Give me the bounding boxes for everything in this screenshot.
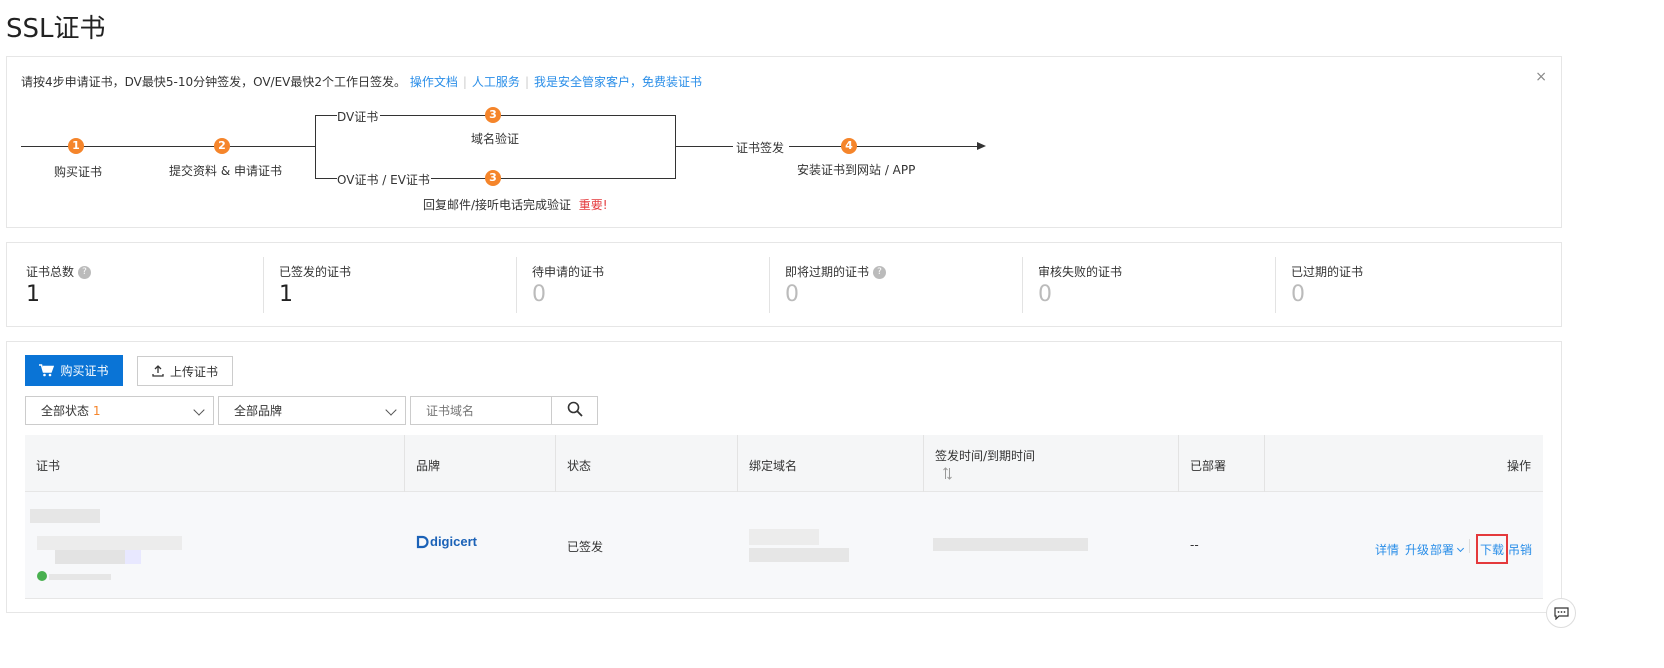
step-3-ov-badge: 3 [485,170,501,186]
step-1-badge: 1 [68,138,84,154]
upload-icon [152,365,164,377]
col-deployed: 已部署 [1190,459,1227,473]
issue-label: 证书签发 [736,141,785,155]
help-icon[interactable]: ? [873,266,887,279]
chevron-down-icon [385,404,397,416]
feedback-button[interactable] [1546,598,1576,628]
details-link[interactable]: 详情 [1375,541,1399,558]
col-time[interactable]: 签发时间/到期时间 [935,447,1035,464]
buy-cert-button[interactable]: 购买证书 [25,355,123,386]
check-icon [37,571,47,581]
guide-notice: 请按4步申请证书，DV最快5-10分钟签发，OV/EV最快2个工作日签发。 操作… [21,75,702,89]
digicert-mark-icon [416,535,429,548]
help-icon[interactable]: ? [78,266,92,279]
stat-failed[interactable]: 审核失败的证书 0 [1038,263,1122,307]
revoke-link[interactable]: 吊销 [1508,541,1532,558]
deploy-dropdown[interactable]: 部署 [1430,541,1465,558]
upload-cert-button[interactable]: 上传证书 [137,356,233,386]
digicert-logo: digicert [416,534,477,549]
stat-pending[interactable]: 待申请的证书 0 [532,263,604,307]
important-tag: 重要! [578,198,608,212]
chevron-down-icon [193,404,205,416]
stat-expired[interactable]: 已过期的证书 0 [1291,263,1363,307]
close-icon[interactable]: × [1535,69,1547,85]
col-brand: 品牌 [416,459,441,473]
stats-panel: 证书总数? 1 已签发的证书 1 待申请的证书 0 即将过期的证书? 0 审核失… [6,242,1562,327]
free-install-link[interactable]: 我是安全管家客户，免费装证书 [534,75,702,89]
search-icon [567,401,583,417]
dv-step-label: 域名验证 [471,132,520,146]
sort-icon[interactable] [943,467,952,480]
step-3-dv-badge: 3 [485,107,501,123]
domain-search-input[interactable] [410,396,552,425]
chevron-down-icon [1456,544,1465,553]
ov-branch-label: OV证书 / EV证书 [337,173,430,187]
cart-icon [39,364,55,377]
col-actions: 操作 [1506,459,1531,473]
stat-total: 证书总数? 1 [26,263,92,307]
brand-filter-select[interactable]: 全部品牌 [218,396,406,425]
search-button[interactable] [551,396,598,425]
step-1-label: 购买证书 [54,165,103,179]
col-status: 状态 [567,459,592,473]
notice-text: 请按4步申请证书，DV最快5-10分钟签发，OV/EV最快2个工作日签发。 [21,75,407,89]
guide-panel: 请按4步申请证书，DV最快5-10分钟签发，OV/EV最快2个工作日签发。 操作… [6,56,1562,228]
stat-issued[interactable]: 已签发的证书 1 [279,263,351,307]
step-4-badge: 4 [841,138,857,154]
arrow-right-icon [977,142,986,150]
step-4-label: 安装证书到网站 / APP [797,163,916,177]
page-title: SSL证书 [6,14,106,44]
support-link[interactable]: 人工服务 [472,75,520,89]
step-2-label: 提交资料 & 申请证书 [169,164,282,178]
step-2-badge: 2 [214,138,230,154]
dv-branch-label: DV证书 [337,110,379,124]
ov-step-label: 回复邮件/接听电话完成验证 重要! [423,198,608,212]
col-cert: 证书 [36,459,61,473]
chat-icon [1553,606,1569,620]
deployed-text: -- [1190,538,1199,552]
download-link[interactable]: 下载 [1476,534,1508,564]
status-filter-select[interactable]: 全部状态 1 [25,396,214,425]
upgrade-link[interactable]: 升级 [1405,541,1429,558]
table-row: digicert 已签发 -- 详情 升级 部署 下载 吊销 [25,492,1543,599]
stat-expiring[interactable]: 即将过期的证书? 0 [785,263,887,307]
docs-link[interactable]: 操作文档 [410,75,458,89]
col-domain: 绑定域名 [749,459,798,473]
status-text: 已签发 [567,540,604,554]
table-header: 证书 品牌 状态 绑定域名 签发时间/到期时间 已部署 操作 [25,435,1543,492]
